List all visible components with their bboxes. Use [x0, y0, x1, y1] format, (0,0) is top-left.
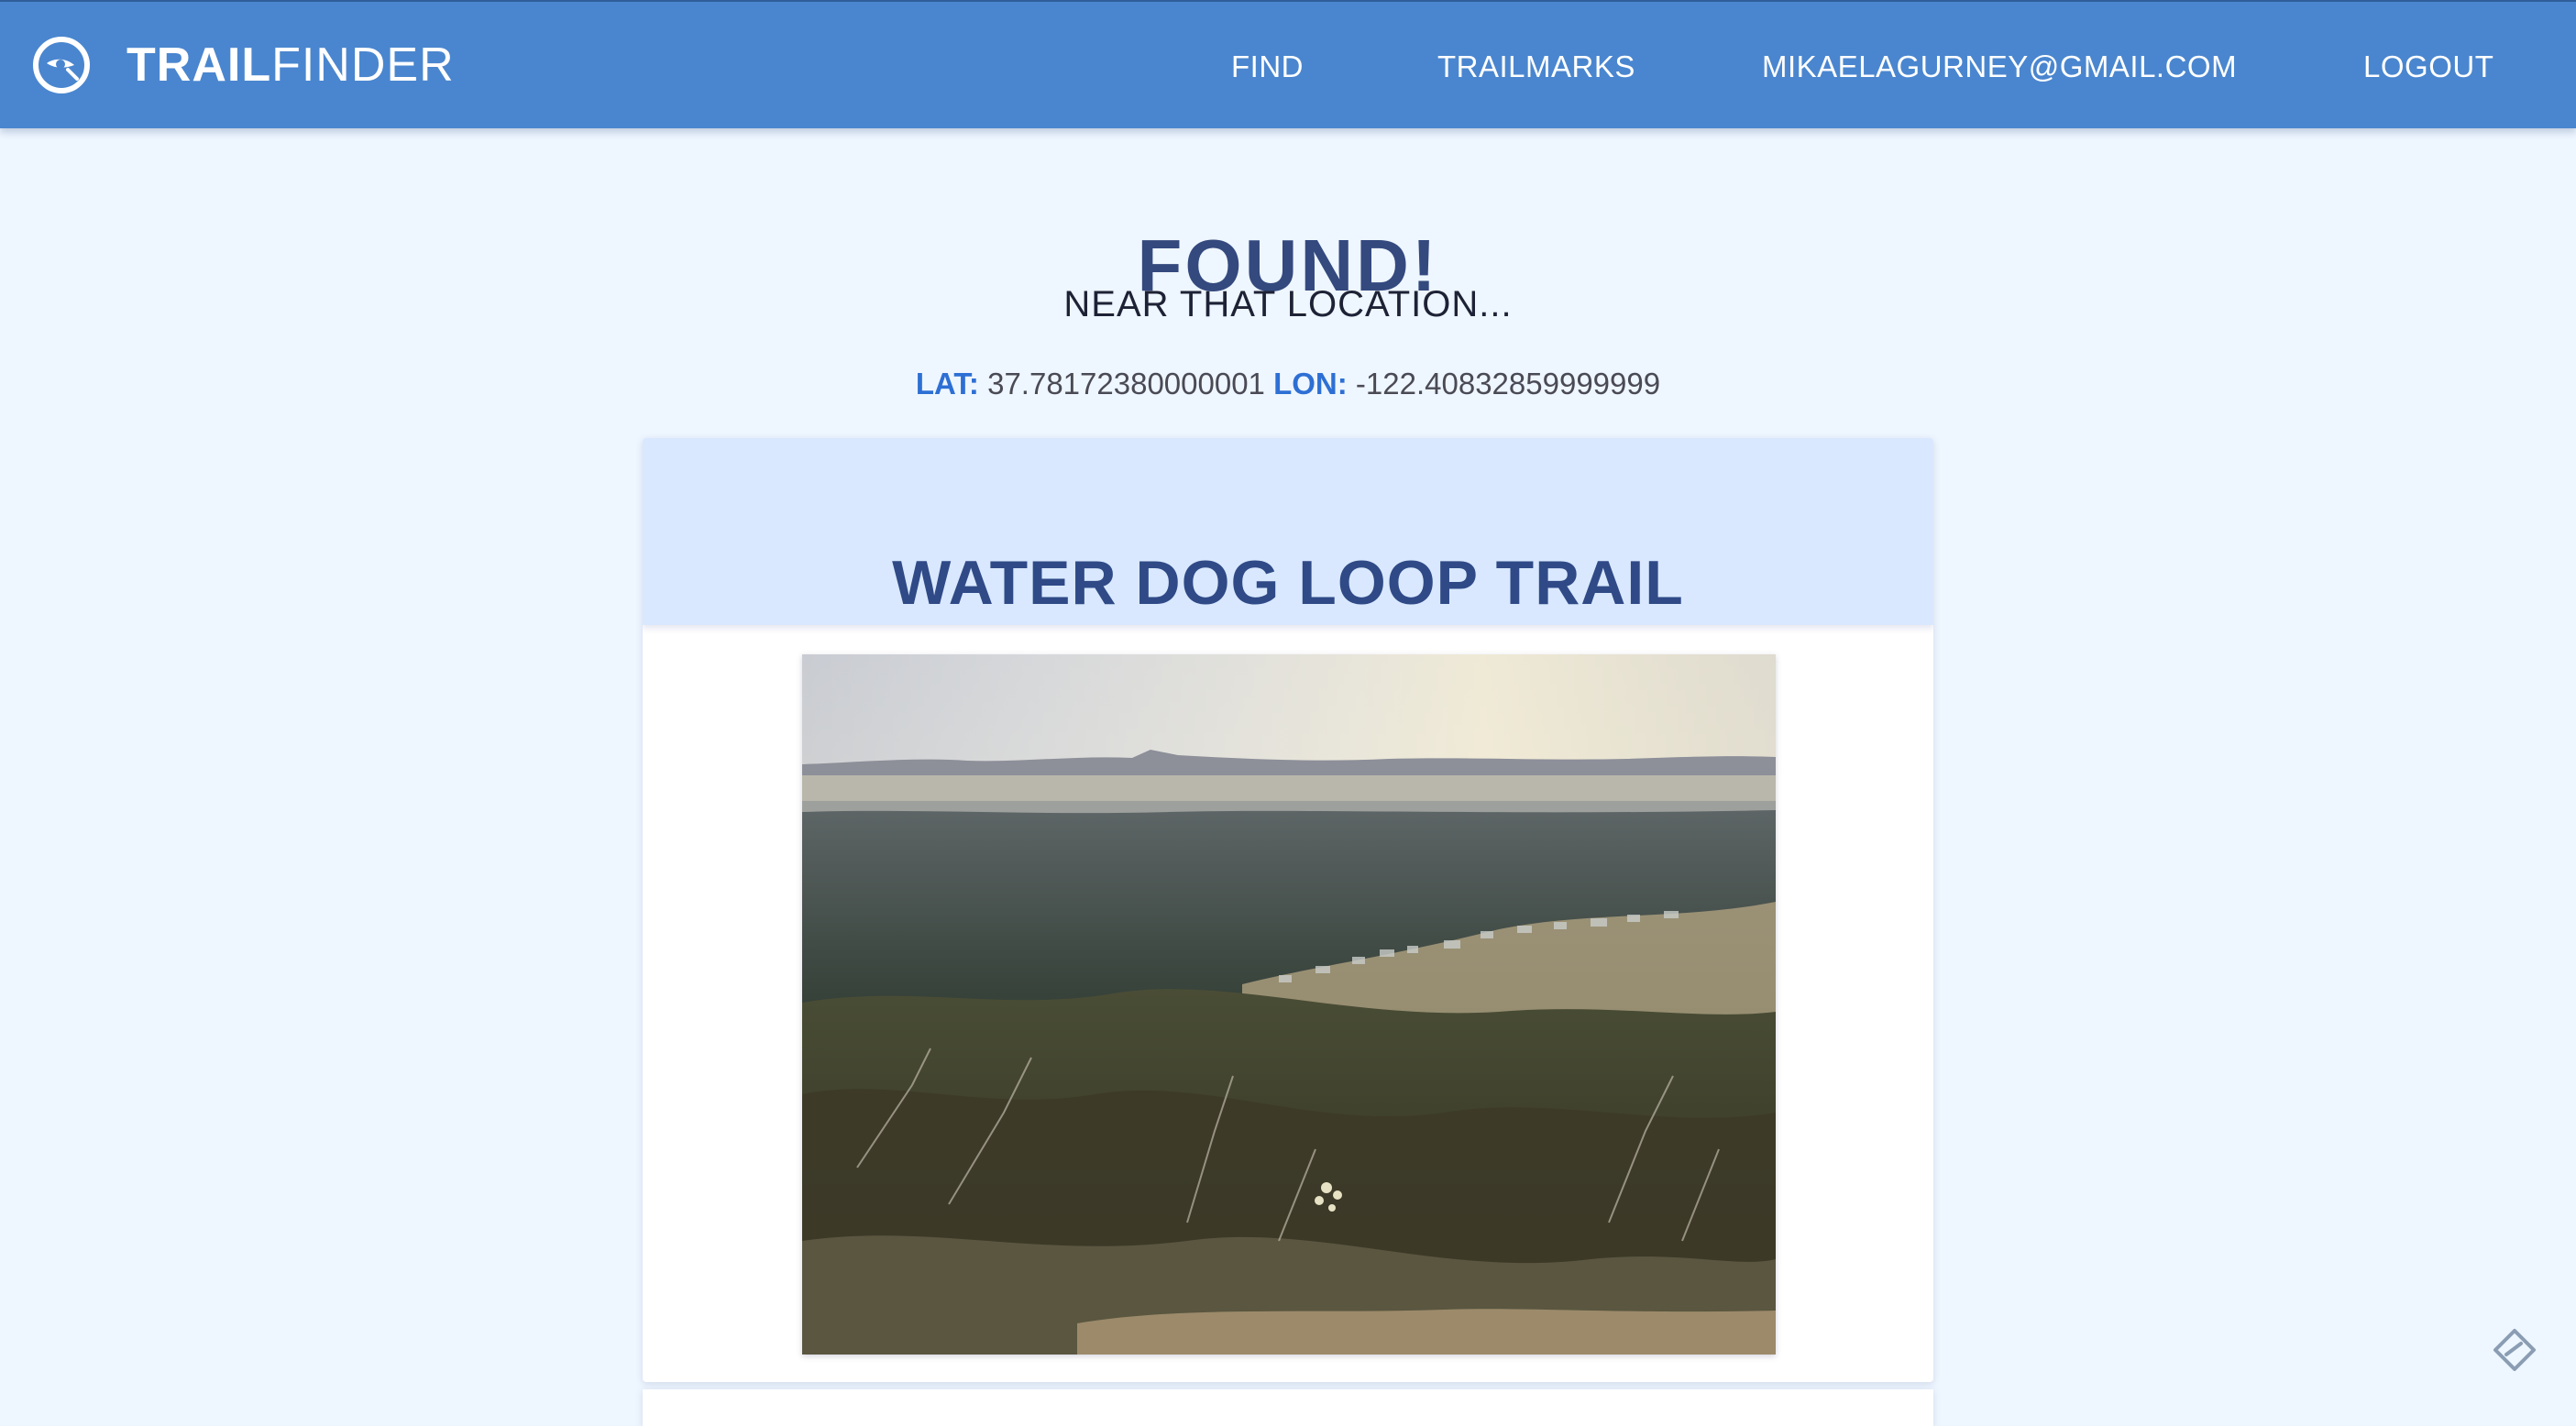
- coordinates-readout: LAT: 37.78172380000001 LON: -122.4083285…: [0, 368, 2576, 399]
- trail-landscape-photo: [802, 654, 1776, 1355]
- nav-links: FIND TRAILMARKS MIKAELAGURNEY@GMAIL.COM …: [0, 2, 2576, 130]
- page-subtitle: NEAR THAT LOCATION...: [1063, 284, 1513, 324]
- feedback-icon[interactable]: [2490, 1325, 2539, 1375]
- top-navbar: TRAILFINDER FIND TRAILMARKS MIKAELAGURNE…: [0, 0, 2576, 128]
- trail-name: WATER DOG LOOP TRAIL: [892, 548, 1684, 619]
- next-trail-card[interactable]: [643, 1389, 1933, 1426]
- nav-user-email-link[interactable]: MIKAELAGURNEY@GMAIL.COM: [1762, 49, 2237, 84]
- lat-label: LAT:: [915, 367, 979, 400]
- trail-card-header: WATER DOG LOOP TRAIL: [643, 438, 1933, 625]
- nav-logout-link[interactable]: LOGOUT: [2363, 49, 2493, 84]
- trail-card[interactable]: WATER DOG LOOP TRAIL: [643, 438, 1933, 1382]
- nav-find-link[interactable]: FIND: [1231, 49, 1304, 84]
- lon-value: -122.40832859999999: [1355, 367, 1661, 400]
- lon-label: LON:: [1273, 367, 1348, 400]
- lat-value: 37.78172380000001: [987, 367, 1265, 400]
- nav-trailmarks-link[interactable]: TRAILMARKS: [1437, 49, 1635, 84]
